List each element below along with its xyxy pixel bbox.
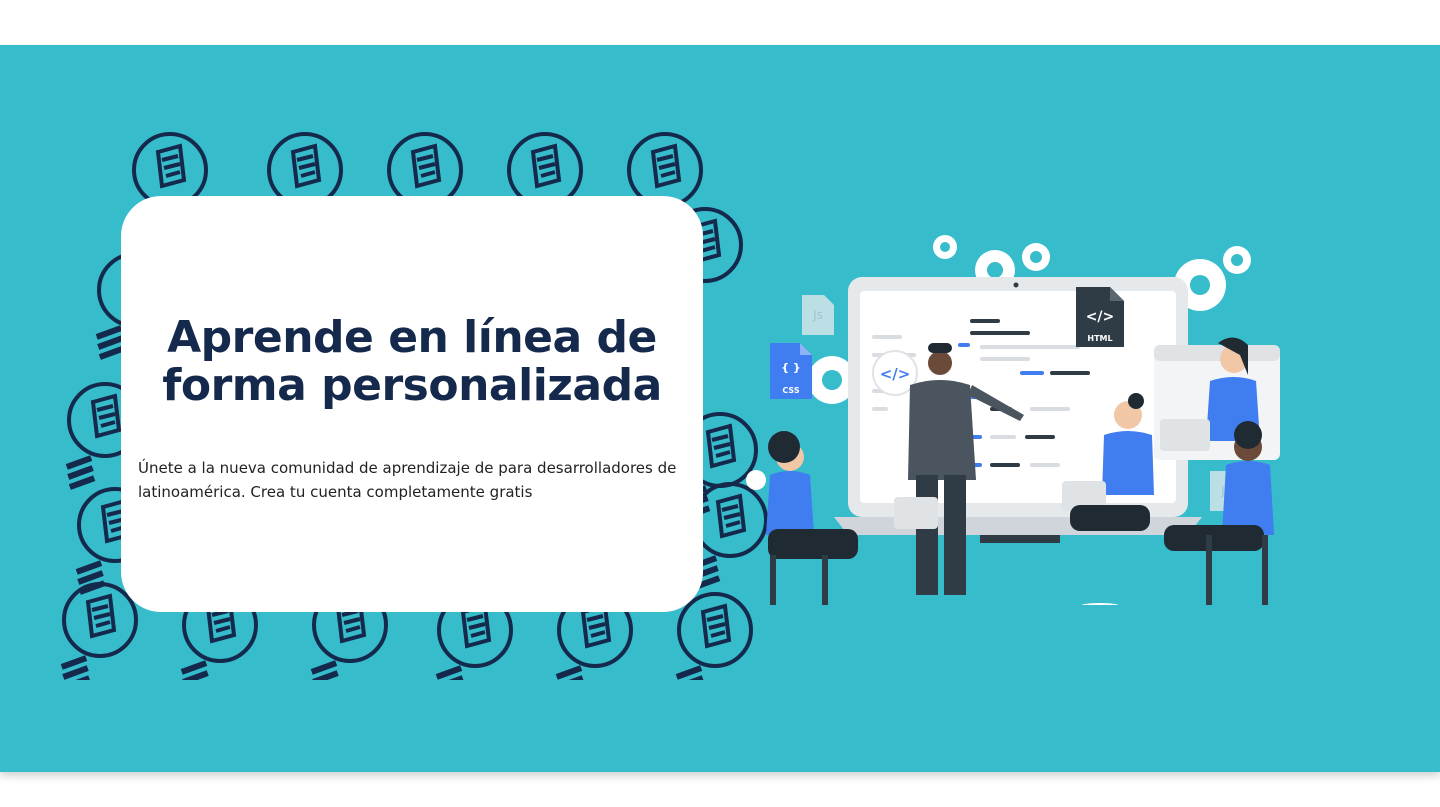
- hero-card: Aprende en línea de forma personalizada …: [121, 196, 703, 612]
- hero-description: Únete a la nueva comunidad de aprendizaj…: [138, 459, 677, 501]
- svg-text:{ }: { }: [781, 361, 801, 374]
- svg-text:Js: Js: [812, 308, 823, 322]
- lightbulb-icon: [673, 592, 753, 680]
- developers-illustration: </> </> HTML { } CSS Js Js: [746, 235, 1280, 605]
- js-file-icon: Js: [802, 295, 834, 335]
- svg-text:</>: </>: [880, 365, 911, 383]
- svg-text:CSS: CSS: [782, 386, 799, 395]
- svg-text:</>: </>: [1086, 309, 1115, 325]
- html-file-icon: </> HTML: [1076, 287, 1124, 347]
- svg-text:HTML: HTML: [1087, 334, 1112, 343]
- css-file-icon: { } CSS: [770, 343, 812, 399]
- lightbulb-icon: [58, 582, 138, 680]
- hero-section: Aprende en línea de forma personalizada …: [0, 45, 1440, 772]
- hero-title: Aprende en línea de forma personalizada: [162, 312, 662, 411]
